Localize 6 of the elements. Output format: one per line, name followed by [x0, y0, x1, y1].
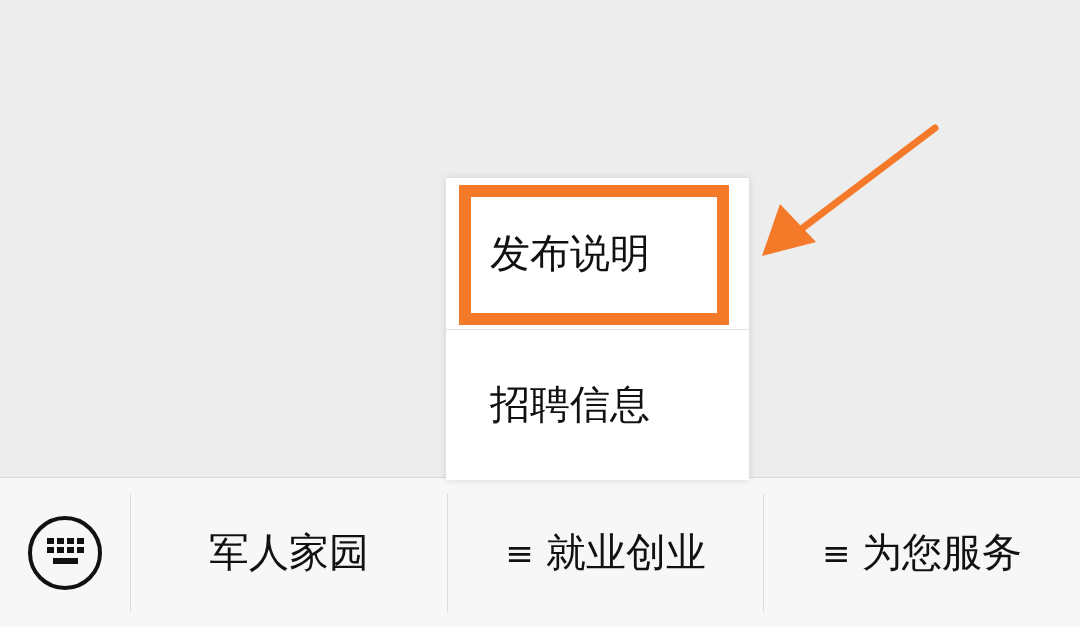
menu-button[interactable]: ≡ 为您服务: [807, 517, 1037, 588]
menu-item[interactable]: 发布说明: [445, 225, 650, 281]
menu-button[interactable]: 军人家园: [194, 517, 383, 588]
menu-button[interactable]: ≡ 就业创业: [491, 517, 720, 588]
keyboard-icon[interactable]: [27, 514, 103, 591]
menu-item[interactable]: 招聘信息: [445, 377, 650, 432]
